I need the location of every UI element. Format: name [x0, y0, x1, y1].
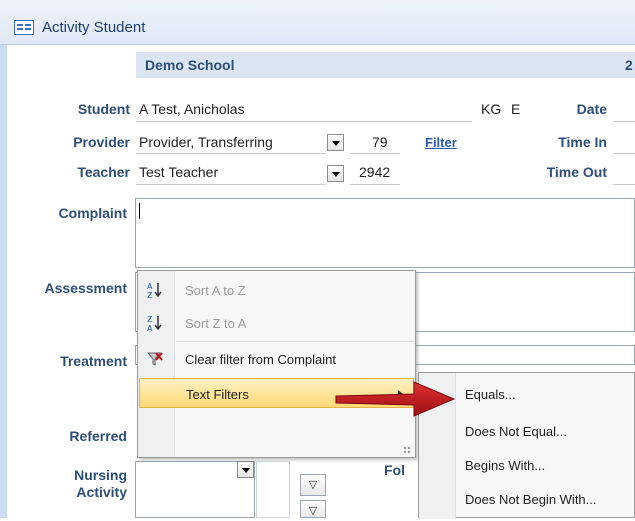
time-in-field[interactable]	[613, 153, 635, 154]
student-label: Student	[77, 101, 130, 117]
teacher-combo[interactable]: Test Teacher	[139, 164, 218, 180]
provider-number: 79	[372, 134, 388, 150]
teacher-number-underline	[350, 184, 400, 185]
text-caret	[139, 203, 140, 219]
time-in-label: Time In	[558, 134, 607, 150]
submenu-item-equals[interactable]: Equals...	[465, 387, 516, 402]
submenu-item-does-not-equal[interactable]: Does Not Equal...	[465, 424, 567, 439]
menu-item-sort-z-to-a[interactable]: ZA Sort Z to A	[138, 308, 415, 338]
complaint-label: Complaint	[58, 205, 127, 221]
resize-grip-icon[interactable]	[403, 446, 411, 454]
nursing-activity-column	[256, 461, 290, 518]
chevron-down-icon	[242, 468, 250, 473]
nursing-label-line1: Nursing	[74, 467, 127, 483]
code-field[interactable]: E	[511, 101, 520, 117]
teacher-label: Teacher	[77, 164, 130, 180]
provider-combo[interactable]: Provider, Transferring	[139, 134, 273, 150]
student-underline	[136, 121, 472, 122]
nursing-dropdown-button[interactable]	[237, 461, 254, 478]
form-icon	[14, 20, 34, 35]
header-number: 2	[625, 57, 633, 73]
svg-text:A: A	[147, 324, 153, 332]
time-out-label: Time Out	[546, 164, 607, 180]
provider-underline	[136, 153, 326, 154]
svg-text:Z: Z	[147, 291, 153, 299]
menu-item-label: Sort A to Z	[185, 283, 246, 298]
svg-text:A: A	[147, 282, 153, 291]
menu-item-label: Clear filter from Complaint	[185, 352, 336, 367]
filter-icon: ▽	[308, 479, 318, 491]
form-left-border	[0, 45, 7, 518]
school-name: Demo School	[145, 57, 235, 73]
chevron-down-icon	[332, 172, 340, 177]
complaint-textbox[interactable]	[135, 198, 635, 268]
context-menu: AZ Sort A to Z ZA Sort Z to A Clear filt…	[137, 270, 416, 458]
follow-label: Fol	[384, 462, 405, 478]
assessment-label: Assessment	[44, 280, 128, 296]
provider-number-underline	[350, 153, 400, 154]
provider-label: Provider	[73, 134, 130, 150]
treatment-label: Treatment	[60, 353, 127, 369]
date-field[interactable]	[613, 121, 635, 122]
time-out-field[interactable]	[613, 184, 635, 185]
annotation-arrow-icon	[335, 381, 456, 417]
sort-az-icon: AZ	[146, 281, 164, 300]
submenu-item-does-not-begin-with[interactable]: Does Not Begin With...	[465, 492, 597, 507]
submenu-item-begins-with[interactable]: Begins With...	[465, 458, 545, 473]
activity-label-line2: Activity	[76, 484, 127, 500]
menu-item-label: Text Filters	[186, 387, 249, 402]
teacher-number: 2942	[359, 164, 391, 180]
date-label: Date	[576, 101, 607, 117]
clear-filter-icon	[146, 350, 164, 368]
provider-dropdown-button[interactable]	[327, 134, 344, 151]
menu-item-sort-a-to-z[interactable]: AZ Sort A to Z	[138, 275, 415, 305]
menu-separator	[176, 341, 414, 342]
window-title: Activity Student	[42, 19, 146, 36]
sort-za-icon: ZA	[146, 314, 164, 333]
svg-text:Z: Z	[147, 315, 153, 324]
student-field[interactable]: A Test, Anicholas	[139, 101, 245, 117]
chevron-down-icon	[332, 141, 340, 146]
referred-label: Referred	[69, 428, 127, 444]
menu-item-clear-filter[interactable]: Clear filter from Complaint	[138, 344, 415, 374]
filter-apply-button[interactable]: ▽	[300, 500, 326, 518]
funnel-icon: ▽	[308, 505, 318, 517]
teacher-dropdown-button[interactable]	[327, 165, 344, 182]
filter-link[interactable]: Filter	[425, 135, 457, 150]
teacher-underline	[136, 184, 326, 185]
grade-field[interactable]: KG	[481, 101, 501, 117]
filter-edit-button[interactable]: ▽	[300, 474, 326, 496]
menu-item-label: Sort Z to A	[185, 316, 247, 331]
